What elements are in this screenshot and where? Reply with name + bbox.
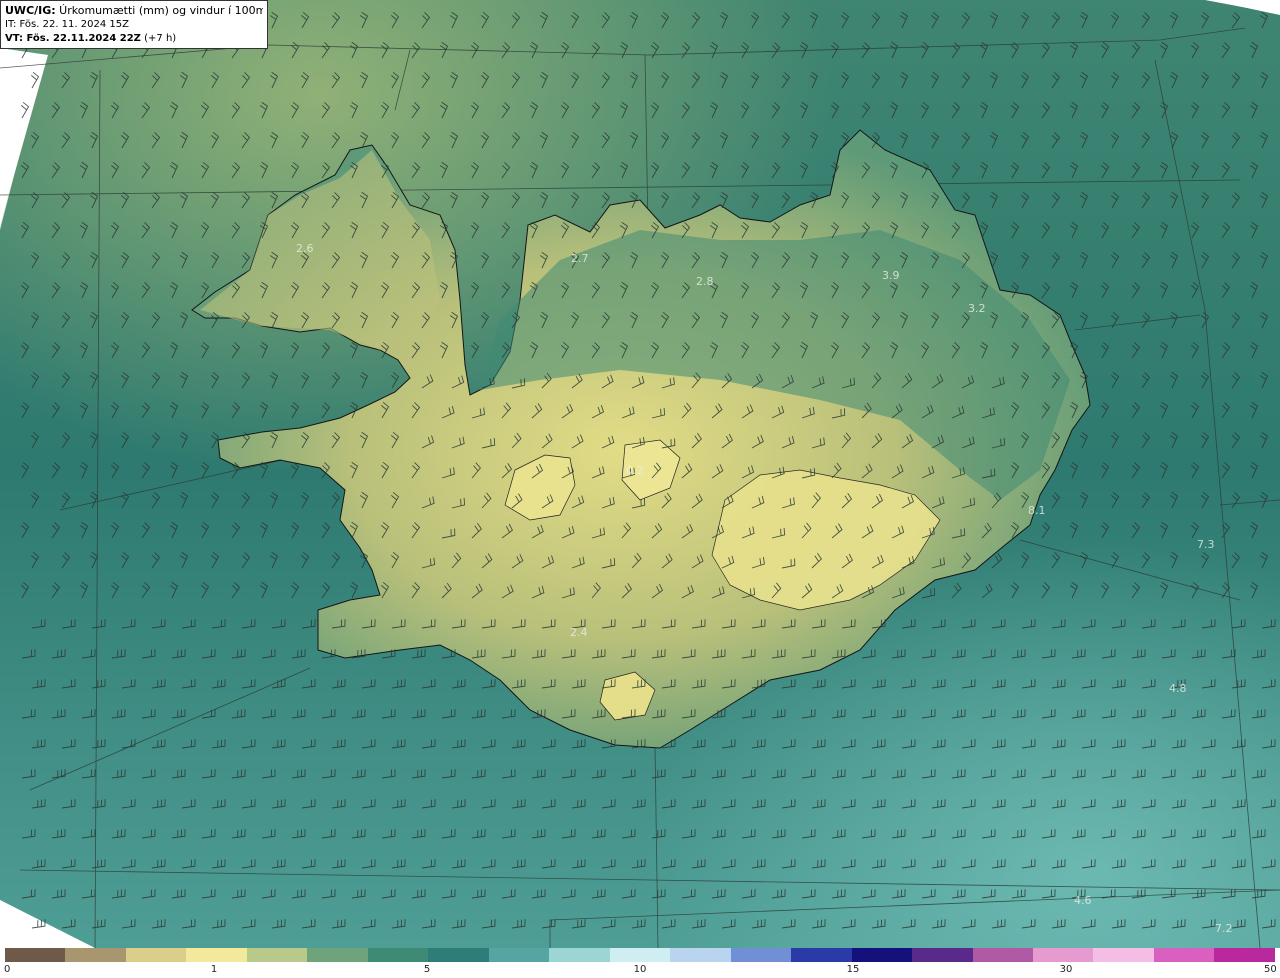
colorbar-segment — [670, 948, 731, 962]
model-name: UWC/IG: — [5, 4, 56, 17]
colorbar-tick: 0 — [4, 964, 11, 975]
colorbar-segment — [428, 948, 489, 962]
colorbar-legend: 0 1 5 10 15 30 50 — [0, 948, 1280, 978]
colorbar-segment — [488, 948, 550, 962]
colorbar-segment — [1153, 948, 1215, 962]
colorbar-segment — [609, 948, 671, 962]
colorbar-segment — [549, 948, 610, 962]
colorbar-segment — [1214, 948, 1275, 962]
colorbar-segment — [730, 948, 792, 962]
valid-time-line: VT: Fös. 22.11.2024 22Z (+7 h) — [5, 32, 263, 46]
value-label: 2.4 — [570, 626, 588, 639]
colorbar-segment — [65, 948, 126, 962]
valid-time: VT: Fös. 22.11.2024 22Z — [5, 33, 141, 44]
value-label: 3.9 — [882, 269, 900, 282]
lead-time: (+7 h) — [140, 33, 177, 44]
colorbar-tick: 1 — [210, 964, 218, 975]
colorbar-segment — [186, 948, 247, 962]
colorbar-segment — [246, 948, 308, 962]
colorbar-segment — [307, 948, 368, 962]
colorbar-segment — [791, 948, 852, 962]
product-title: Úrkomumætti (mm) og vindur í 100m hæð — [59, 4, 263, 17]
value-label: 2.6 — [296, 242, 314, 255]
colorbar-tick: 15 — [846, 964, 860, 975]
colorbar-tick: 30 — [1059, 964, 1073, 975]
colorbar-segment — [1032, 948, 1094, 962]
colorbar-segment — [851, 948, 913, 962]
colorbar-tick: 50 — [1264, 964, 1277, 975]
colorbar-segment — [5, 948, 66, 962]
colorbar-segment — [972, 948, 1033, 962]
colorbar-segment — [1093, 948, 1154, 962]
colorbar-segment — [367, 948, 429, 962]
value-label: 8.1 — [1028, 504, 1046, 517]
issue-time: IT: Fös. 22. 11. 2024 15Z — [5, 19, 129, 30]
value-label: 2.8 — [696, 275, 714, 288]
value-label: 2.7 — [571, 252, 589, 265]
value-label: 4.8 — [1169, 682, 1187, 695]
colorbar-segment — [912, 948, 973, 962]
colorbar-tick: 10 — [633, 964, 647, 975]
info-box: UWC/IG: Úrkomumætti (mm) og vindur í 100… — [0, 0, 268, 49]
map-area: 2.6 2.7 2.8 3.9 3.2 0.2 2.4 8.1 7.3 4.8 … — [0, 0, 1280, 948]
value-label: 0.2 — [626, 464, 644, 477]
value-label: 7.2 — [1215, 922, 1233, 935]
colorbar — [5, 948, 1275, 962]
colorbar-segment — [125, 948, 187, 962]
colorbar-tick: 5 — [423, 964, 431, 975]
value-label: 4.6 — [1074, 894, 1092, 907]
map-canvas: 2.6 2.7 2.8 3.9 3.2 0.2 2.4 8.1 7.3 4.8 … — [0, 0, 1280, 948]
value-label: 7.3 — [1197, 538, 1215, 551]
info-title-line: UWC/IG: Úrkomumætti (mm) og vindur í 100… — [5, 4, 263, 18]
value-label: 3.2 — [968, 302, 986, 315]
